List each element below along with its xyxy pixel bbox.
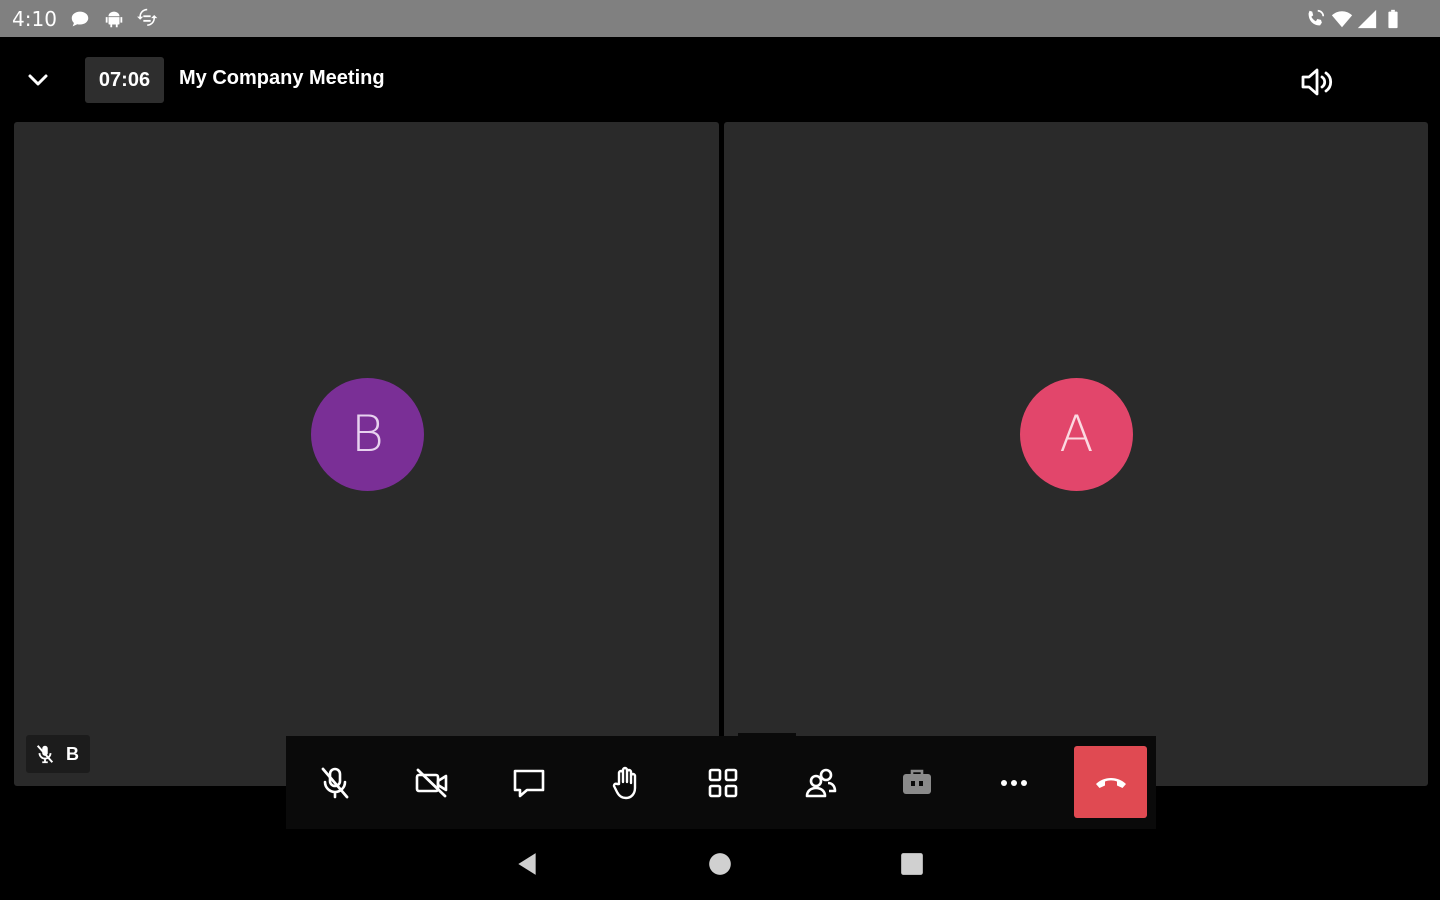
- chat-bubble-icon: [71, 11, 89, 27]
- status-time: 4:10: [12, 7, 57, 31]
- more-options-button[interactable]: [965, 736, 1062, 829]
- video-off-icon: [415, 768, 447, 797]
- mute-button[interactable]: [286, 736, 383, 829]
- speaker-icon[interactable]: [1298, 66, 1336, 98]
- self-name-label: B: [66, 744, 79, 764]
- more-icon: [1000, 779, 1027, 786]
- sync-icon: [137, 8, 158, 26]
- mic-off-icon: [321, 767, 348, 798]
- avatar: A: [1020, 378, 1133, 491]
- back-button[interactable]: [512, 849, 542, 879]
- wifi-call-icon: [1308, 9, 1325, 26]
- hang-up-button[interactable]: [1074, 746, 1147, 818]
- video-toggle-button[interactable]: [383, 736, 480, 829]
- raise-hand-button[interactable]: [577, 736, 674, 829]
- hang-up-icon: [1095, 778, 1126, 788]
- recents-button[interactable]: [897, 849, 927, 879]
- gallery-view-button[interactable]: [674, 736, 771, 829]
- mic-off-icon: [36, 745, 54, 764]
- navigation-bar: [0, 829, 1440, 900]
- raise-hand-icon: [612, 766, 636, 799]
- wifi-icon: [1331, 11, 1353, 28]
- grid-view-icon: [708, 768, 737, 797]
- participants-icon: [805, 768, 836, 797]
- breakout-rooms-icon: [902, 769, 931, 794]
- android-icon: [105, 11, 123, 28]
- chat-button[interactable]: [480, 736, 577, 829]
- meeting-title: My Company Meeting: [179, 67, 385, 89]
- self-name-tag: B: [26, 735, 90, 773]
- signal-icon: [1357, 9, 1377, 29]
- meeting-header: 07:06 My Company Meeting: [0, 37, 1440, 122]
- breakout-rooms-button[interactable]: [868, 736, 965, 829]
- battery-icon: [1388, 9, 1398, 29]
- video-stage: B B A: [0, 122, 1440, 829]
- avatar: B: [311, 378, 424, 491]
- meeting-timer: 07:06: [85, 57, 164, 103]
- participant-tile-a[interactable]: A: [724, 122, 1428, 786]
- recents-icon: [901, 853, 923, 875]
- participants-button[interactable]: [771, 736, 868, 829]
- status-bar: 4:10: [0, 0, 1440, 37]
- chevron-down-icon[interactable]: [24, 69, 52, 91]
- home-button[interactable]: [705, 849, 735, 879]
- participant-tile-b[interactable]: B B: [14, 122, 719, 786]
- call-controls-toolbar: [286, 733, 1156, 829]
- back-icon: [518, 853, 536, 875]
- home-icon: [709, 853, 731, 875]
- chat-icon: [513, 769, 544, 797]
